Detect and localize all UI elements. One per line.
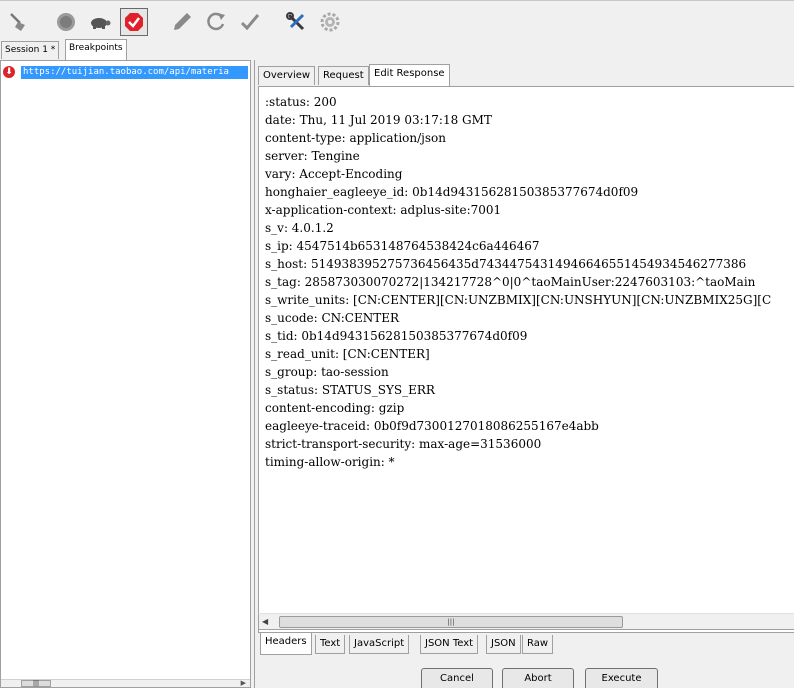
response-header-line: content-type: application/json: [265, 131, 447, 145]
pen-icon: [174, 13, 191, 30]
breakpoint-icon: [125, 13, 143, 31]
tab-raw[interactable]: Raw: [522, 635, 554, 654]
tools-button[interactable]: [282, 8, 310, 36]
tab-session[interactable]: Session 1 *: [1, 41, 60, 59]
execute-button[interactable]: Execute: [585, 668, 658, 688]
response-header-line: s_host: 514938395275736456435d7434475431…: [265, 257, 747, 271]
refresh-icon: [207, 12, 225, 31]
checkmark-icon: [240, 14, 260, 31]
settings-gear-icon: [320, 12, 340, 32]
breakpoint-down-icon: ⬇: [3, 66, 15, 78]
abort-button[interactable]: Abort: [502, 668, 574, 688]
breakpoints-button[interactable]: [120, 8, 148, 36]
clear-button[interactable]: [4, 8, 32, 36]
response-header-line: s_read_unit: [CN:CENTER]: [265, 347, 430, 361]
scroll-thumb[interactable]: |||: [279, 616, 623, 628]
response-header-line: strict-transport-security: max-age=31536…: [265, 437, 542, 451]
response-view-tabs: Headers Text JavaScript JSON Text JSON R…: [258, 633, 794, 655]
scroll-left-icon[interactable]: ◀: [262, 617, 268, 626]
response-header-line: s_ucode: CN:CENTER: [265, 311, 400, 325]
response-header-line: date: Thu, 11 Jul 2019 03:17:18 GMT: [265, 113, 492, 127]
response-headers-text[interactable]: :status: 200 date: Thu, 11 Jul 2019 03:17…: [265, 93, 771, 471]
response-header-line: server: Tengine: [265, 149, 360, 163]
scroll-right-icon[interactable]: ▶: [241, 680, 246, 687]
scroll-thumb[interactable]: |||: [21, 680, 51, 687]
response-header-line: s_group: tao-session: [265, 365, 389, 379]
tab-text[interactable]: Text: [315, 635, 346, 654]
response-header-line: x-application-context: adplus-site:7001: [265, 203, 502, 217]
broom-icon: [10, 13, 25, 31]
response-header-line: s_ip: 4547514b653148764538424c6a446467: [265, 239, 540, 253]
repeat-button[interactable]: [202, 8, 230, 36]
edit-button[interactable]: [168, 8, 196, 36]
cancel-button[interactable]: Cancel: [421, 668, 493, 688]
tab-request[interactable]: Request: [318, 66, 369, 85]
detail-panel: Overview Request Edit Response :status: …: [254, 60, 794, 688]
response-header-line: s_write_units: [CN:CENTER][CN:UNZBMIX][C…: [265, 293, 772, 307]
response-header-line: s_tid: 0b14d94315628150385377674d0f09: [265, 329, 528, 343]
tab-breakpoints[interactable]: Breakpoints: [65, 39, 127, 60]
response-header-line: content-encoding: gzip: [265, 401, 405, 415]
tab-overview[interactable]: Overview: [258, 66, 316, 85]
turtle-icon: [91, 18, 111, 29]
tab-json[interactable]: JSON: [486, 635, 521, 654]
record-icon: [57, 13, 75, 31]
tab-headers[interactable]: Headers: [260, 633, 312, 655]
tab-json-text[interactable]: JSON Text: [420, 635, 479, 654]
response-header-line: s_v: 4.0.1.2: [265, 221, 334, 235]
horizontal-scrollbar[interactable]: ◀ |||: [258, 613, 794, 630]
tab-edit-response[interactable]: Edit Response: [369, 64, 450, 86]
response-header-line: :status: 200: [265, 95, 337, 109]
tab-javascript[interactable]: JavaScript: [349, 635, 410, 654]
list-item[interactable]: ⬇ https://tuijian.taobao.com/api/materia: [3, 65, 248, 79]
response-header-line: vary: Accept-Encoding: [265, 167, 403, 181]
toolbar: [0, 0, 794, 40]
breakpoint-url[interactable]: https://tuijian.taobao.com/api/materia: [21, 65, 248, 79]
settings-button[interactable]: [316, 8, 344, 36]
validate-button[interactable]: [236, 8, 264, 36]
response-header-line: timing-allow-origin: *: [265, 455, 395, 469]
response-header-line: s_status: STATUS_SYS_ERR: [265, 383, 435, 397]
tools-icon: [286, 12, 305, 31]
throttle-button[interactable]: [86, 8, 114, 36]
horizontal-scrollbar[interactable]: ||| ▶: [1, 679, 250, 687]
breakpoint-list: ⬇ https://tuijian.taobao.com/api/materia…: [0, 60, 251, 688]
response-editor[interactable]: :status: 200 date: Thu, 11 Jul 2019 03:17…: [258, 86, 794, 633]
response-header-line: honghaier_eagleeye_id: 0b14d943156281503…: [265, 185, 639, 199]
left-tab-bar: Session 1 * Breakpoints: [0, 39, 252, 60]
response-header-line: s_tag: 285873030070272|134217728^0|0^tao…: [265, 275, 756, 289]
response-header-line: eagleeye-traceid: 0b0f9d7300127018086255…: [265, 419, 599, 433]
record-button[interactable]: [52, 8, 80, 36]
